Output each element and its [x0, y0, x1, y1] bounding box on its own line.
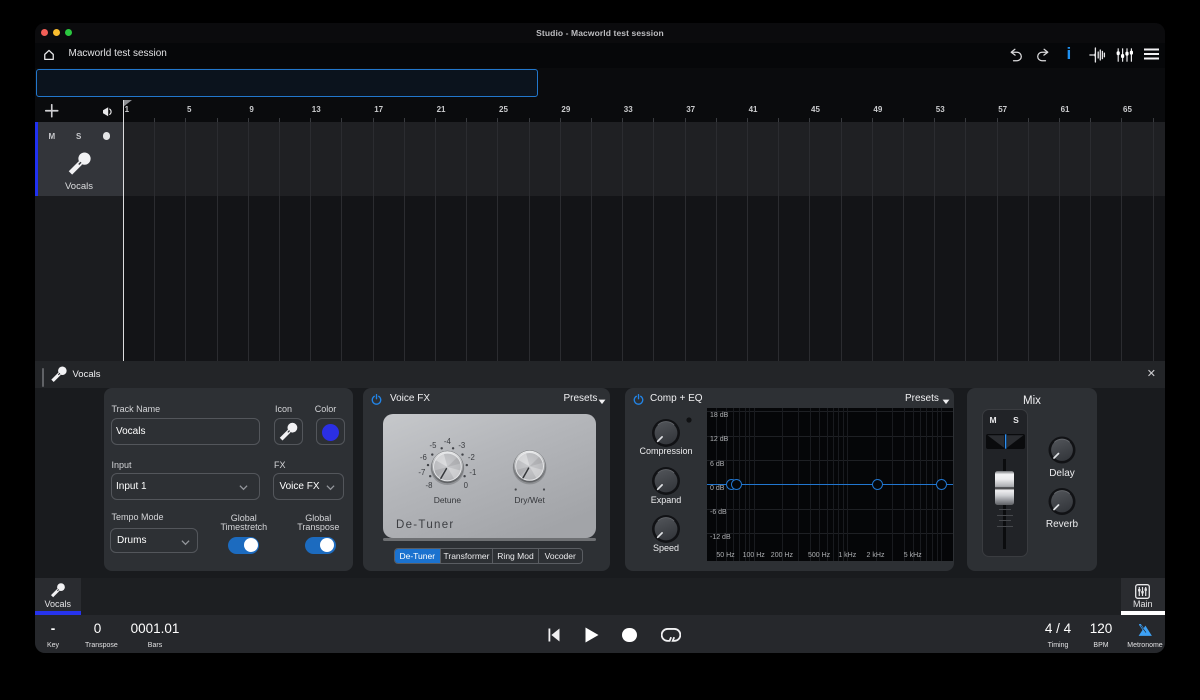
- svg-text:0: 0: [464, 481, 469, 490]
- svg-text:De-Tuner: De-Tuner: [396, 519, 455, 531]
- svg-text:Detune: Detune: [434, 495, 462, 505]
- svg-text:-1: -1: [469, 468, 476, 477]
- svg-text:-8: -8: [426, 481, 433, 490]
- svg-text:-2: -2: [468, 453, 475, 462]
- svg-text:-3: -3: [458, 441, 465, 450]
- svg-text:-4: -4: [444, 437, 452, 446]
- svg-text:-5: -5: [430, 441, 438, 450]
- svg-text:Dry/Wet: Dry/Wet: [514, 495, 545, 505]
- svg-text:-6: -6: [420, 453, 427, 462]
- svg-text:-7: -7: [418, 468, 425, 477]
